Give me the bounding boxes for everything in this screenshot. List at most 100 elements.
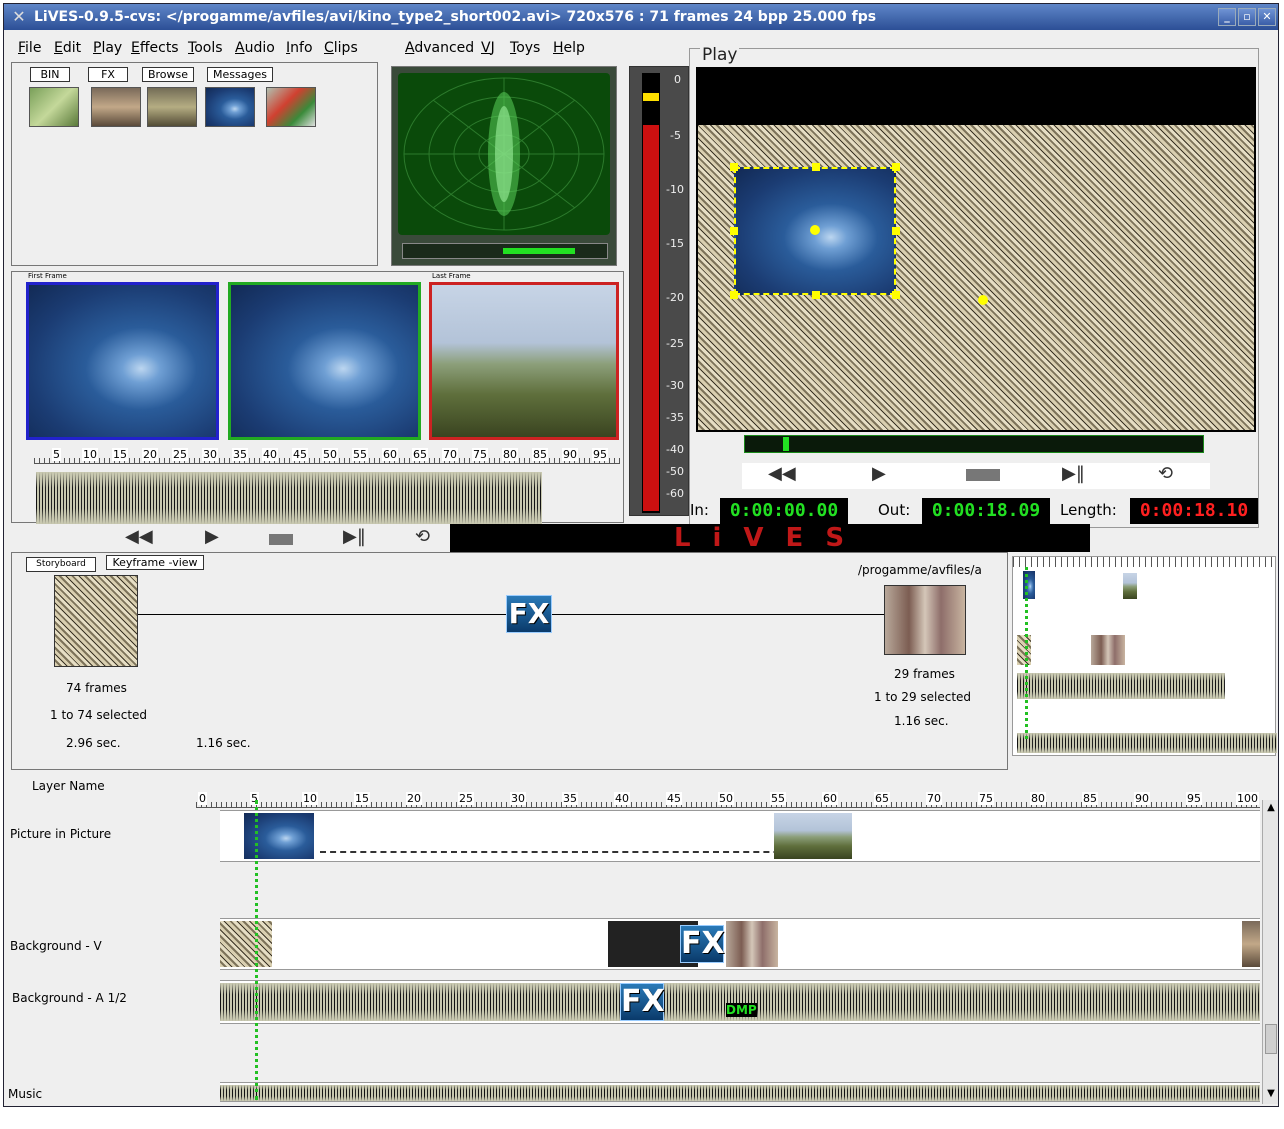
pip-handle[interactable] — [812, 291, 820, 299]
clip-thumbnail[interactable] — [29, 87, 79, 127]
play-panel-title: Play — [700, 45, 740, 65]
balance-bar — [402, 243, 608, 259]
vectorscope-display — [398, 73, 610, 235]
menu-effects[interactable]: Effects — [131, 40, 179, 56]
menu-info[interactable]: Info — [286, 40, 313, 56]
play-selection-icon[interactable]: ▶‖ — [1062, 463, 1085, 484]
first-frame-view[interactable] — [26, 282, 219, 440]
menu-clips[interactable]: Clips — [324, 40, 358, 56]
current-frame-view[interactable] — [228, 282, 421, 440]
timeline-ruler[interactable]: 0 5 10 15 20 25 30 35 40 45 50 55 60 65 … — [196, 792, 1260, 808]
first-frame-label: First Frame — [28, 272, 67, 280]
left-clip-frames: 74 frames — [66, 681, 127, 695]
tab-browse[interactable]: Browse — [142, 67, 194, 82]
clip-thumbnail[interactable] — [91, 87, 141, 127]
menu-toys[interactable]: Toys — [510, 40, 540, 56]
right-clip-seconds: 1.16 sec. — [894, 714, 949, 728]
clip-editor-panel: First Frame Last Frame 5 10 15 20 25 30 … — [11, 271, 624, 524]
lives-main-window: ✕ LiVES-0.9.5-cvs: </progamme/avfiles/av… — [3, 3, 1279, 1107]
clip-thumbnail[interactable] — [266, 87, 316, 127]
menu-vj[interactable]: VJ — [481, 40, 495, 56]
stop-icon[interactable] — [269, 534, 293, 545]
stop-icon[interactable] — [966, 469, 1000, 481]
menu-file[interactable]: File — [18, 40, 41, 56]
storyboard-clip-thumbnail[interactable] — [54, 575, 138, 667]
track-background-v[interactable]: FX — [220, 918, 1260, 970]
lives-app-icon: ✕ — [12, 7, 26, 26]
pip-handle[interactable] — [892, 291, 900, 299]
storyboard-clip-thumbnail[interactable] — [884, 585, 966, 655]
pip-handle[interactable] — [892, 163, 900, 171]
pip-handle[interactable] — [812, 163, 820, 171]
clip-thumbnail[interactable] — [205, 87, 255, 127]
loop-icon[interactable]: ⟲ — [1158, 463, 1173, 484]
left-clip-selected: 1 to 74 selected — [50, 708, 148, 722]
menu-tools[interactable]: Tools — [188, 40, 223, 56]
menu-play[interactable]: Play — [93, 40, 122, 56]
track-pip[interactable] — [220, 810, 1260, 862]
out-label: Out: — [878, 501, 911, 519]
timeline-audio-fx-icon[interactable]: FX — [620, 983, 665, 1021]
tab-fx[interactable]: FX — [88, 67, 128, 82]
play-position-bar[interactable] — [744, 435, 1204, 453]
clip-bin-panel: BIN FX Browse Messages — [11, 62, 378, 266]
loop-icon[interactable]: ⟲ — [415, 526, 430, 547]
timeline-overview[interactable] — [1012, 556, 1277, 756]
right-clip-selected: 1 to 29 selected — [874, 690, 972, 704]
menu-help[interactable]: Help — [553, 40, 585, 56]
length-time-display: 0:00:18.10 — [1130, 498, 1258, 524]
last-frame-view[interactable] — [429, 282, 619, 440]
menu-advanced[interactable]: Advanced — [405, 40, 474, 56]
timeline-scrollbar[interactable]: ▲ ▼ — [1262, 800, 1278, 1104]
menu-audio[interactable]: Audio — [235, 40, 275, 56]
rewind-icon[interactable]: ◀◀ — [768, 463, 796, 484]
timeline-fx-icon[interactable]: FX — [680, 925, 725, 963]
timeline-clip[interactable] — [774, 813, 852, 859]
transition-seconds: 1.16 sec. — [196, 736, 251, 750]
clip-controls: ◀◀ ▶ ▶‖ ⟲ — [11, 524, 447, 552]
menu-edit[interactable]: Edit — [54, 40, 81, 56]
minimize-icon[interactable]: _ — [1218, 8, 1236, 26]
storyboard-panel: Storyboard Keyframe -view FX 74 frames 1… — [11, 552, 1008, 770]
tab-storyboard[interactable]: Storyboard — [26, 557, 96, 572]
pip-handle[interactable] — [730, 163, 738, 171]
rewind-icon[interactable]: ◀◀ — [125, 526, 153, 547]
clip-thumbnail[interactable] — [147, 87, 197, 127]
timeline-clip[interactable] — [220, 921, 272, 967]
scroll-up-icon[interactable]: ▲ — [1265, 802, 1277, 814]
pip-anchor-handle[interactable] — [978, 295, 988, 305]
track-label-background-a[interactable]: Background - A 1/2 — [12, 991, 127, 1005]
title-bar[interactable]: ✕ LiVES-0.9.5-cvs: </progamme/avfiles/av… — [4, 4, 1278, 30]
tab-messages[interactable]: Messages — [207, 67, 273, 82]
scroll-down-icon[interactable]: ▼ — [1265, 1088, 1277, 1100]
track-label-music[interactable]: Music — [8, 1087, 42, 1101]
timeline-clip[interactable] — [1242, 921, 1260, 967]
audio-scope-panel — [391, 66, 617, 266]
frame-ruler[interactable]: 5 10 15 20 25 30 35 40 45 50 55 60 65 70… — [34, 448, 620, 464]
timeline-playhead[interactable] — [255, 800, 258, 1100]
timeline-clip[interactable] — [726, 921, 778, 967]
play-panel: Play ◀◀ ▶ ▶‖ ⟲ In: 0:00:00.00 Out: 0:00:… — [689, 45, 1259, 528]
play-icon[interactable]: ▶ — [205, 526, 219, 547]
music-waveform[interactable] — [220, 1085, 1260, 1101]
play-controls: ◀◀ ▶ ▶‖ ⟲ — [742, 463, 1210, 489]
pip-handle[interactable] — [892, 227, 900, 235]
tab-bin[interactable]: BIN — [30, 67, 70, 82]
maximize-icon[interactable]: ▫ — [1238, 8, 1256, 26]
track-background-a[interactable]: FX DMP — [220, 980, 1260, 1024]
close-icon[interactable]: ✕ — [1258, 8, 1276, 26]
pip-center-handle[interactable] — [810, 225, 820, 235]
play-video-area[interactable] — [696, 67, 1256, 432]
play-icon[interactable]: ▶ — [872, 463, 886, 484]
tab-keyframe-view[interactable]: Keyframe -view — [106, 555, 204, 570]
pip-handle[interactable] — [730, 291, 738, 299]
dmp-effect-badge[interactable]: DMP — [726, 1003, 757, 1017]
track-label-background-v[interactable]: Background - V — [10, 939, 102, 953]
play-selection-icon[interactable]: ▶‖ — [343, 526, 366, 547]
track-label-pip[interactable]: Picture in Picture — [10, 827, 111, 841]
pip-handle[interactable] — [730, 227, 738, 235]
storyboard-fx-icon[interactable]: FX — [506, 595, 552, 633]
track-music[interactable] — [220, 1082, 1260, 1102]
scrollbar-thumb[interactable] — [1265, 1024, 1277, 1054]
clip-audio-waveform[interactable] — [36, 472, 542, 524]
